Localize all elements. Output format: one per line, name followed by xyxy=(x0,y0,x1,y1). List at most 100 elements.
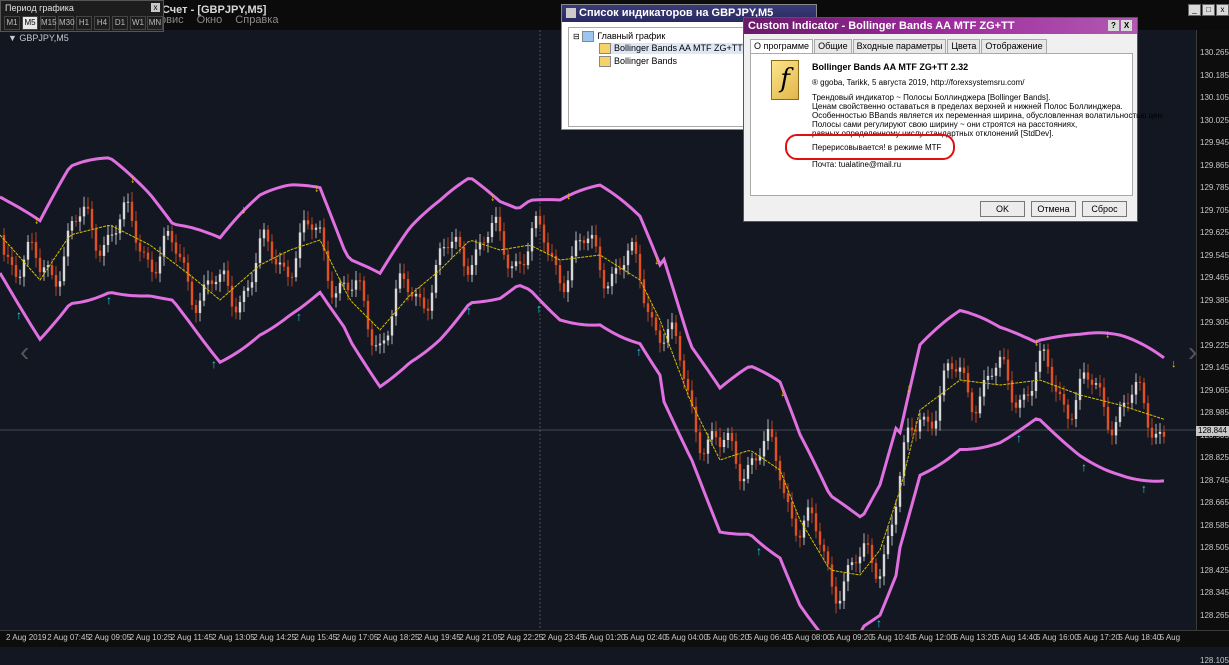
time-scale-label: 5 Aug 12:00 xyxy=(912,633,956,642)
close-button[interactable]: x xyxy=(1216,4,1229,16)
candle-body xyxy=(286,266,290,277)
candle-body xyxy=(1102,387,1106,407)
help-button[interactable]: ? xyxy=(1108,20,1119,31)
minimize-button[interactable]: _ xyxy=(1188,4,1201,16)
tab-inputs[interactable]: Входные параметры xyxy=(852,39,947,53)
timeframe-m15[interactable]: M15 xyxy=(40,16,57,30)
time-scale-label: 2 Aug 09:05 xyxy=(88,633,132,642)
price-scale-label: 130.105 xyxy=(1200,93,1229,102)
candle-body xyxy=(86,206,90,209)
candle-body xyxy=(374,345,378,347)
candle-body xyxy=(718,437,722,448)
ok-button[interactable]: OK xyxy=(980,201,1025,217)
candle-body xyxy=(238,302,242,313)
candle-body xyxy=(1134,381,1138,395)
candle-body xyxy=(1078,378,1082,401)
timeframe-w1[interactable]: W1 xyxy=(130,16,146,30)
tree-item-bollinger-bands[interactable]: Bollinger Bands xyxy=(599,56,677,68)
timeframe-m5[interactable]: M5 xyxy=(22,16,38,30)
menu-item-window[interactable]: Окно xyxy=(197,14,223,26)
timeframe-m30[interactable]: M30 xyxy=(58,16,75,30)
timeframe-mn[interactable]: MN xyxy=(147,16,163,30)
candle-body xyxy=(682,360,686,379)
price-scale-label: 129.945 xyxy=(1200,138,1229,147)
candle-body xyxy=(562,283,566,293)
candle-body xyxy=(266,229,270,242)
timeframe-h1[interactable]: H1 xyxy=(76,16,92,30)
candle-body xyxy=(818,531,822,545)
candle-body xyxy=(102,245,106,256)
candle-body xyxy=(334,293,338,298)
candle-body xyxy=(58,281,62,287)
candle-body xyxy=(750,458,754,465)
candle-body xyxy=(778,460,782,481)
dialog-close-button[interactable]: X xyxy=(1121,20,1132,31)
candle-body xyxy=(122,202,126,220)
candle-body xyxy=(606,286,610,289)
candle-body xyxy=(1090,379,1094,385)
arrow-up-icon: ↑ xyxy=(1081,460,1087,474)
candle-body xyxy=(498,216,502,232)
chevron-left-icon[interactable]: ‹ xyxy=(20,336,29,368)
tab-visualization[interactable]: Отображение xyxy=(981,39,1047,53)
time-scale-label: 2 Aug 07:45 xyxy=(47,633,90,642)
tab-about[interactable]: О программе xyxy=(750,39,814,53)
candle-body xyxy=(310,224,314,230)
arrow-up-icon: ↑ xyxy=(1141,482,1147,496)
arrow-down-icon: ↓ xyxy=(130,173,136,185)
tree-root[interactable]: ⊟ Главный график xyxy=(573,31,665,43)
reset-button[interactable]: Сброс xyxy=(1082,201,1127,217)
timeframe-h4[interactable]: H4 xyxy=(94,16,110,30)
candle-body xyxy=(646,303,650,313)
period-toolbar-close-icon[interactable]: x xyxy=(151,3,160,12)
time-scale-label: 2 Aug 21:05 xyxy=(459,633,502,642)
tree-item-bb-aa-mtf[interactable]: Bollinger Bands AA MTF ZG+TT xyxy=(599,43,743,55)
candle-body xyxy=(382,340,386,344)
candle-body xyxy=(1106,406,1110,430)
time-scale-label: 2 Aug 22:25 xyxy=(500,633,544,642)
candle-body xyxy=(1138,381,1142,383)
tab-colors[interactable]: Цвета xyxy=(947,39,981,53)
candle-body xyxy=(362,280,366,301)
candle-body xyxy=(350,289,354,291)
time-scale-label: 5 Aug 17:20 xyxy=(1077,633,1120,642)
candle-body xyxy=(842,581,846,601)
price-scale-label: 129.385 xyxy=(1200,295,1229,305)
indicator-tree: ⊟ Главный график Bollinger Bands AA MTF … xyxy=(568,27,748,127)
candle-body xyxy=(50,265,54,276)
arrow-up-icon: ↑ xyxy=(106,293,112,307)
dialog-title: Custom Indicator - Bollinger Bands AA MT… xyxy=(748,20,1015,32)
candle-body xyxy=(714,431,718,438)
candle-body xyxy=(282,262,286,267)
dialog-tabs: О программе Общие Входные параметры Цвет… xyxy=(750,39,1048,53)
candle-body xyxy=(198,300,202,313)
maximize-button[interactable]: □ xyxy=(1202,4,1215,16)
menu-item-help[interactable]: Справка xyxy=(235,14,278,26)
tab-common[interactable]: Общие xyxy=(814,39,852,53)
candle-body xyxy=(466,266,470,275)
arrow-up-icon: ↑ xyxy=(211,357,217,371)
timeframe-d1[interactable]: D1 xyxy=(112,16,128,30)
candle-body xyxy=(134,221,138,243)
candle-body xyxy=(790,502,794,519)
candle-body xyxy=(482,242,486,244)
cancel-button[interactable]: Отмена xyxy=(1031,201,1076,217)
candle-body xyxy=(338,282,342,294)
candle-body xyxy=(1026,394,1030,396)
collapse-icon[interactable]: ⊟ xyxy=(573,32,580,41)
arrow-up-icon: ↑ xyxy=(876,616,882,630)
candle-body xyxy=(318,227,322,229)
price-scale-label: 129.465 xyxy=(1200,273,1229,282)
candle-body xyxy=(710,431,714,440)
candle-body xyxy=(418,293,422,298)
candle-body xyxy=(658,330,662,343)
arrow-up-icon: ↑ xyxy=(536,301,542,315)
price-scale: 130.265 130.185 130.105 130.025 129.945 129.8… xyxy=(1196,30,1229,665)
candle-body xyxy=(150,259,154,272)
candle-body xyxy=(534,215,538,229)
timeframe-m1[interactable]: M1 xyxy=(4,16,20,30)
price-scale-label: 130.025 xyxy=(1200,115,1229,125)
candle-body xyxy=(170,230,174,243)
candle-body xyxy=(578,240,582,242)
candle-body xyxy=(1142,382,1146,404)
